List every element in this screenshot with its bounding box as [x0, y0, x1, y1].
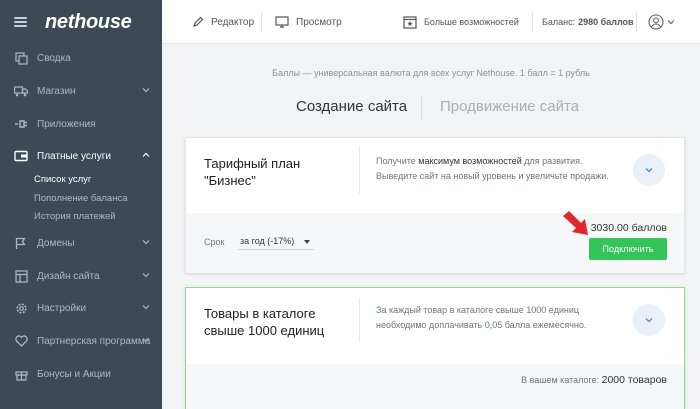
sidebar-header: nethouse: [0, 0, 162, 44]
copy-icon: [14, 51, 28, 65]
plug-icon: [14, 117, 28, 131]
card-title-line: Тарифный план: [204, 156, 301, 171]
flag-icon: [14, 236, 28, 250]
chevron-down-icon: [667, 20, 675, 25]
sidebar-item-magazin[interactable]: Магазин: [0, 79, 162, 103]
term-select[interactable]: за год (-17%): [238, 234, 314, 250]
catalog-items-card: Товары в каталоге свыше 1000 единиц За к…: [185, 287, 685, 409]
nethouse-logo[interactable]: nethouse: [45, 11, 132, 34]
sidebar-subitem-istoriya[interactable]: История платежей: [34, 211, 116, 222]
desc-text: необходимо доплачивать 0,05 балла ежемес…: [376, 320, 587, 330]
sidebar: nethouse Сводка Магазин Приложения Платн…: [0, 0, 162, 409]
term-label: Срок: [204, 237, 225, 247]
sidebar-item-platnye-uslugi[interactable]: Платные услуги: [0, 144, 162, 168]
chevron-down-icon: [142, 338, 150, 343]
sidebar-item-label: Дизайн сайта: [37, 270, 100, 282]
sidebar-item-prilozheniya[interactable]: Приложения: [0, 112, 162, 136]
sidebar-subitem-popolnenie[interactable]: Пополнение баланса: [34, 193, 128, 204]
user-menu[interactable]: [648, 0, 675, 44]
sidebar-item-label: Бонусы и Акции: [37, 368, 111, 380]
sidebar-item-svodka[interactable]: Сводка: [0, 46, 162, 70]
pencil-icon: [193, 16, 204, 27]
sidebar-item-label: Настройки: [37, 302, 87, 314]
catalog-count: В вашем каталоге: 2000 товаров: [521, 374, 667, 386]
card-title-line: свыше 1000 единиц: [204, 323, 325, 338]
tab-site-promotion[interactable]: Продвижение сайта: [440, 98, 579, 115]
monitor-icon: [275, 16, 289, 28]
divider: [359, 146, 360, 194]
card-title: Товары в каталоге свыше 1000 единиц: [204, 305, 324, 339]
gift-icon: [14, 367, 28, 381]
editor-button[interactable]: Редактор: [192, 0, 254, 44]
chevron-down-icon: [645, 318, 653, 323]
wallet-icon: [14, 149, 28, 163]
card-title-line: Товары в каталоге: [204, 306, 316, 321]
connect-button[interactable]: Подключить: [589, 238, 667, 260]
divider: [636, 12, 637, 32]
card-title-line: "Бизнес": [204, 173, 256, 188]
card-description: Получите максимум возможностей для разви…: [376, 154, 609, 184]
chevron-down-icon: [142, 273, 150, 278]
sidebar-item-label: Приложения: [37, 118, 96, 130]
more-features-label: Больше возможностей: [424, 17, 519, 27]
preview-button[interactable]: Просмотр: [275, 0, 342, 44]
tab-site-creation[interactable]: Создание сайта: [296, 98, 407, 115]
layout-icon: [14, 269, 28, 283]
balance-value: 2980 баллов: [578, 17, 634, 27]
chevron-down-icon: [142, 305, 150, 310]
catalog-count-value: 2000 товаров: [601, 374, 667, 386]
preview-label: Просмотр: [296, 16, 342, 28]
term-value: за год (-17%): [240, 236, 295, 246]
sidebar-subitem-spisok-uslug[interactable]: Список услуг: [34, 174, 91, 185]
star-window-icon: [403, 15, 417, 29]
sidebar-item-label: Платные услуги: [37, 150, 111, 162]
card-footer: Срок за год (-17%) 3030.00 баллов Подклю…: [186, 213, 684, 273]
plan-business-card: Тарифный план "Бизнес" Получите максимум…: [185, 137, 685, 273]
desc-highlight: максимум возможностей: [418, 156, 522, 166]
sidebar-item-domeny[interactable]: Домены: [0, 231, 162, 255]
chevron-down-icon: [142, 88, 150, 93]
sidebar-item-bonusy[interactable]: Бонусы и Акции: [0, 362, 162, 386]
menu-icon[interactable]: [14, 17, 27, 27]
heart-icon: [14, 334, 28, 348]
desc-text: За каждый товар в каталоге свыше 1000 ед…: [376, 305, 580, 315]
card-footer: В вашем каталоге: 2000 товаров: [186, 364, 684, 409]
chevron-up-icon: [142, 152, 150, 157]
sidebar-item-label: Магазин: [37, 85, 76, 97]
sidebar-item-label: Партнерская программа: [37, 335, 151, 347]
desc-text: Выведите сайт на новый уровень и увеличь…: [376, 171, 609, 181]
editor-label: Редактор: [211, 16, 255, 28]
divider: [532, 12, 533, 32]
card-title: Тарифный план "Бизнес": [204, 155, 300, 189]
sidebar-item-dizayn[interactable]: Дизайн сайта: [0, 264, 162, 288]
truck-icon: [14, 84, 28, 98]
top-bar: Редактор Просмотр Больше возможностей Ба…: [162, 0, 700, 44]
caret-down-icon: [304, 240, 310, 244]
desc-text: для развития.: [521, 156, 583, 166]
chevron-down-icon: [142, 240, 150, 245]
red-arrow-icon: [563, 211, 588, 235]
sidebar-item-label: Сводка: [37, 52, 71, 64]
chevron-down-icon: [645, 168, 653, 173]
divider: [359, 298, 360, 342]
balance-label: Баланс:: [542, 17, 576, 27]
expand-button[interactable]: [633, 154, 665, 186]
sidebar-item-label: Домены: [37, 237, 75, 249]
points-info: Баллы — универсальная валюта для всех ус…: [272, 68, 590, 78]
sidebar-item-nastroyki[interactable]: Настройки: [0, 296, 162, 320]
price: 3030.00 баллов: [590, 222, 667, 234]
balance[interactable]: Баланс: 2980 баллов: [542, 0, 634, 44]
more-features-button[interactable]: Больше возможностей: [403, 0, 519, 44]
desc-text: Получите: [376, 156, 419, 166]
tabs-divider: [421, 96, 422, 120]
user-icon: [648, 14, 664, 30]
divider: [261, 12, 262, 32]
card-description: За каждый товар в каталоге свыше 1000 ед…: [376, 303, 586, 333]
catalog-count-label: В вашем каталоге:: [521, 375, 600, 385]
expand-button[interactable]: [633, 304, 665, 336]
sidebar-item-partnerskaya[interactable]: Партнерская программа: [0, 329, 162, 353]
gear-icon: [14, 301, 28, 315]
